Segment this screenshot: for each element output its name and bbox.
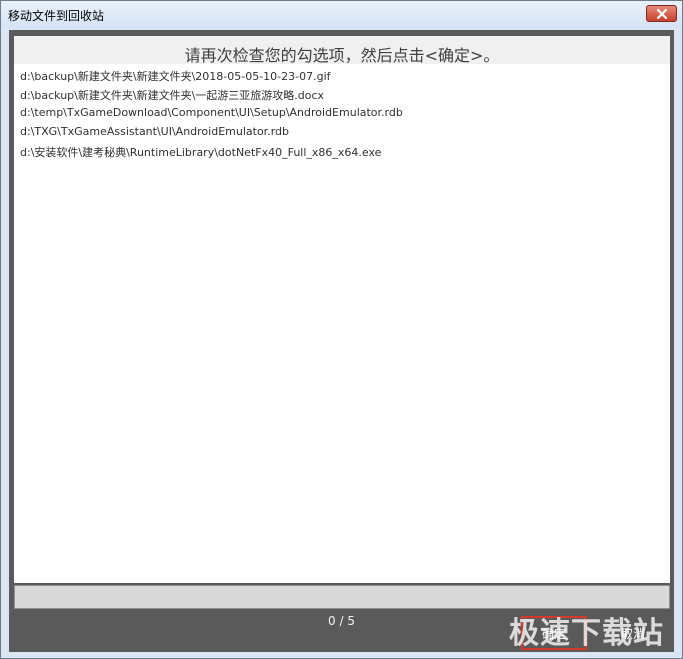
file-list-item[interactable]: d:\安装软件\建考秘典\RuntimeLibrary\dotNetFx40_F… [20,144,381,160]
close-button[interactable] [646,5,677,22]
progress-bar [14,585,670,609]
file-list-item[interactable]: d:\backup\新建文件夹\新建文件夹\一起游三亚旅游攻略.docx [20,87,324,103]
window-title: 移动文件到回收站 [8,9,105,23]
file-list[interactable]: d:\backup\新建文件夹\新建文件夹\2018-05-05-10-23-0… [14,64,670,583]
file-list-item[interactable]: d:\backup\新建文件夹\新建文件夹\2018-05-05-10-23-0… [20,68,331,84]
watermark-logo: 极速下载站 [509,616,664,651]
title-bar[interactable]: 移动文件到回收站 [1,1,682,28]
dialog-window: 移动文件到回收站 请再次检查您的勾选项，然后点击<确定>。 d:\backup\… [0,0,683,659]
file-list-item[interactable]: d:\TXG\TxGameAssistant\UI\AndroidEmulato… [20,125,289,138]
instruction-text: 请再次检查您的勾选项，然后点击<确定>。 [184,46,500,65]
file-list-item[interactable]: d:\temp\TxGameDownload\Component\UI\Setu… [20,106,403,119]
instruction-banner: 请再次检查您的勾选项，然后点击<确定>。 [14,36,670,65]
dialog-body: 请再次检查您的勾选项，然后点击<确定>。 d:\backup\新建文件夹\新建文… [9,30,674,652]
close-icon [647,6,676,21]
